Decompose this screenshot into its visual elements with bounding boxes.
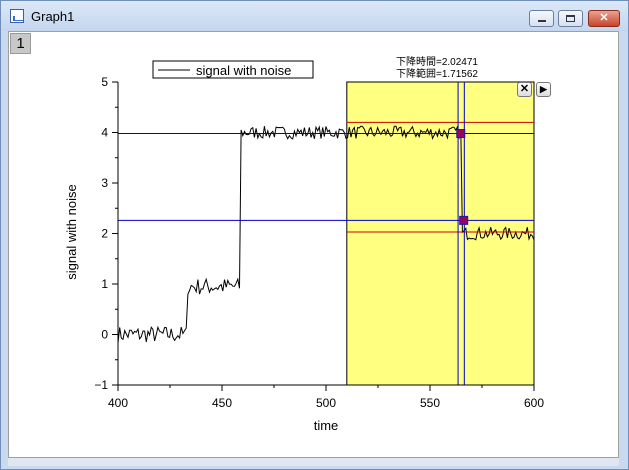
y-axis-label: signal with noise	[64, 184, 79, 279]
roi-play-icon[interactable]: ▶	[536, 82, 551, 97]
fall-range-annotation: 下降範囲=1.71562	[396, 67, 478, 80]
roi-close-icon[interactable]: ✕	[517, 82, 532, 97]
y-tick-label: 3	[101, 176, 108, 190]
y-tick-label: 0	[101, 328, 108, 342]
x-tick-label: 400	[108, 396, 128, 410]
horizontal-scrollbar[interactable]	[8, 458, 619, 466]
line-chart[interactable]: 400 450 500 550 600 −1 0 1 2 3 4 5 time signal with…	[0, 0, 629, 470]
y-tick-label: −1	[94, 378, 108, 392]
x-tick-label: 450	[212, 396, 232, 410]
fall-time-annotation: 下降時間=2.02471	[396, 55, 478, 68]
y-tick-label: 1	[101, 277, 108, 291]
x-tick-label: 500	[316, 396, 336, 410]
y-tick-label: 4	[101, 126, 108, 140]
x-tick-label: 550	[420, 396, 440, 410]
x-axis-label: time	[314, 418, 339, 433]
y-tick-label: 5	[101, 75, 108, 89]
x-tick-label: 600	[524, 396, 544, 410]
roi-rectangle[interactable]	[346, 81, 535, 386]
marker-point[interactable]	[459, 215, 469, 225]
marker-point[interactable]	[456, 129, 466, 139]
legend-entry: signal with noise	[196, 63, 291, 78]
y-tick-label: 2	[101, 227, 108, 241]
